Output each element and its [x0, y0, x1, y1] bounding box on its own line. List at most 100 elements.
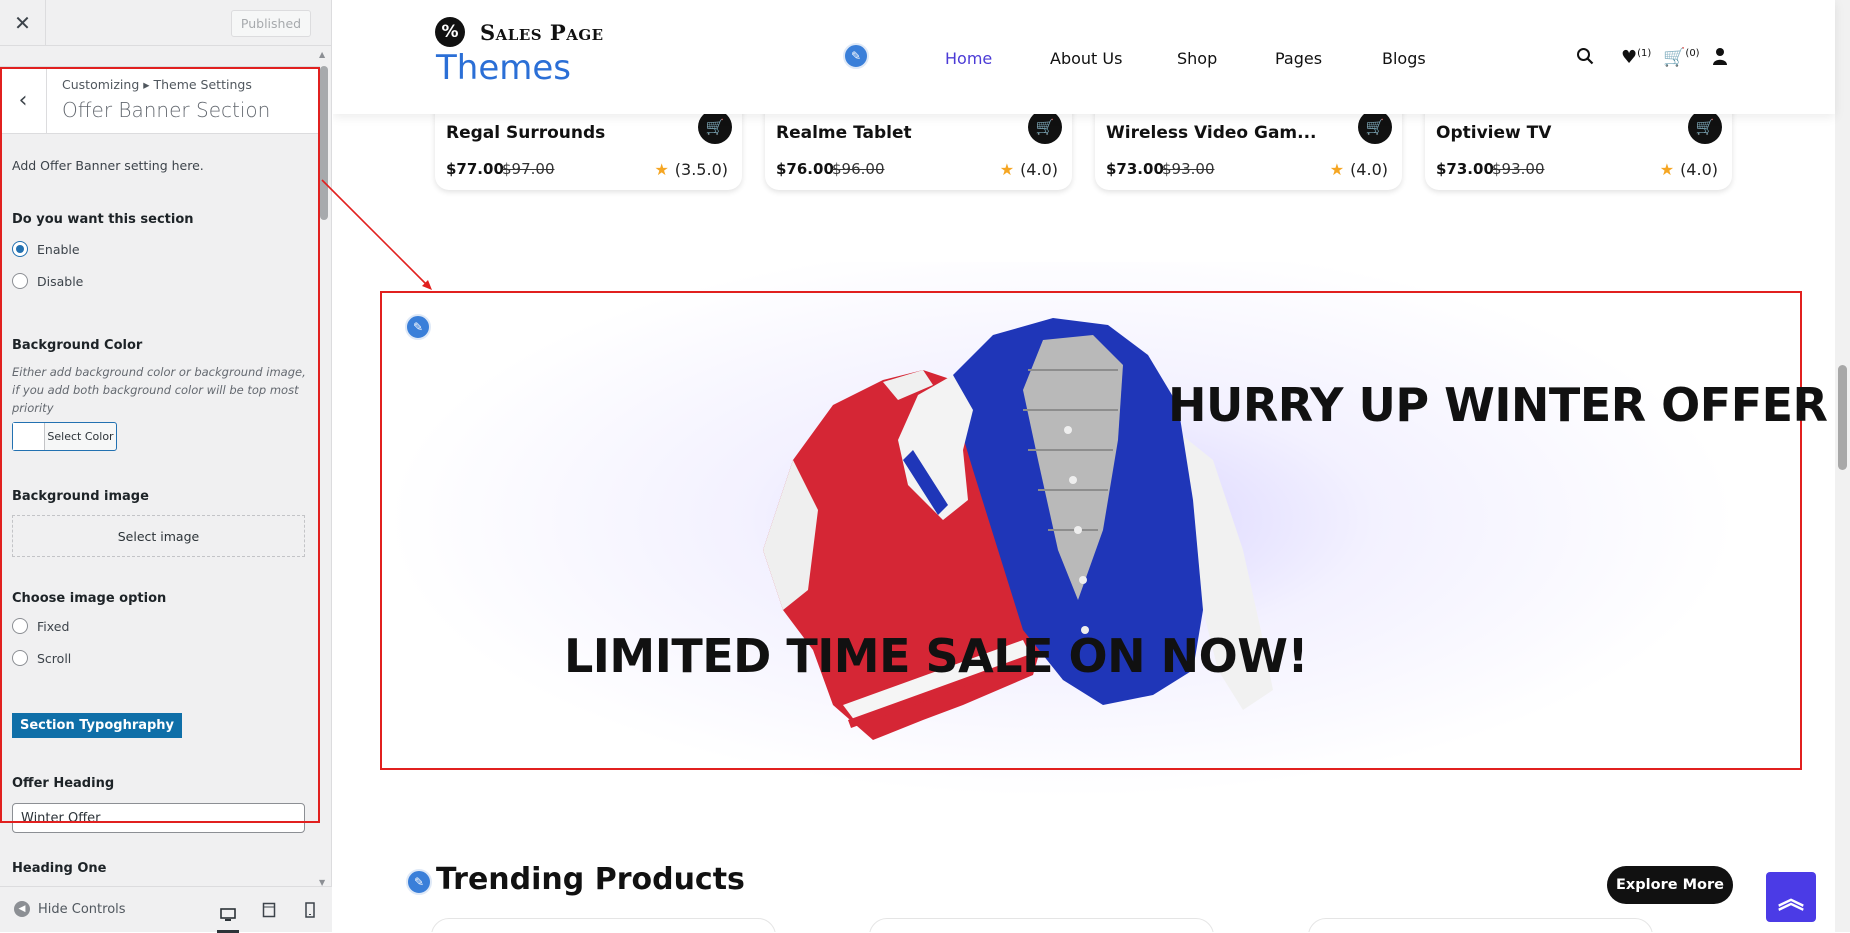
nav-home[interactable]: Home — [945, 49, 992, 68]
bg-color-description: Either add background color or backgroun… — [12, 365, 306, 415]
site-preview[interactable]: Home Theatre Regal Surrounds 🛒 $77.00 $9… — [333, 0, 1850, 932]
search-icon[interactable] — [1576, 47, 1594, 70]
back-icon[interactable]: ‹ — [0, 67, 47, 134]
edit-shortcut-icon[interactable]: ✎ — [406, 869, 432, 895]
product-old-price: $93.00 — [1162, 160, 1215, 178]
radio-disable-label: Disable — [37, 273, 84, 289]
breadcrumb: Customizing ▸ Theme Settings — [62, 77, 252, 92]
customizer-footer: ◀ Hide Controls — [0, 886, 332, 933]
desktop-preview-icon[interactable] — [217, 899, 239, 933]
rating-value: (4.0) — [1020, 160, 1058, 179]
tablet-preview-icon[interactable] — [258, 899, 280, 921]
star-icon: ★ — [1329, 160, 1345, 179]
section-title: Offer Banner Section — [62, 98, 271, 122]
product-name[interactable]: Regal Surrounds — [446, 123, 605, 143]
radio-enable-label: Enable — [37, 241, 80, 257]
nav-about-us[interactable]: About Us — [1050, 49, 1122, 68]
radio-fixed-control[interactable] — [12, 618, 28, 634]
explore-more-button[interactable]: Explore More — [1607, 866, 1733, 904]
product-rating: ★ (4.0) — [1000, 160, 1058, 179]
product-old-price: $93.00 — [1492, 160, 1545, 178]
hide-controls-label: Hide Controls — [38, 901, 126, 917]
logo-text-top[interactable]: Sales Page — [480, 20, 604, 45]
enable-question-label: Do you want this section — [12, 212, 194, 227]
wishlist-count: (1) — [1637, 48, 1652, 59]
product-price: $73.00 — [1436, 160, 1494, 178]
sidebar-scroll-thumb[interactable] — [320, 66, 328, 220]
image-option-label: Choose image option — [12, 591, 167, 606]
add-to-cart-icon[interactable]: 🛒 — [1358, 110, 1392, 144]
discount-badge-icon[interactable]: % — [435, 17, 465, 47]
radio-fixed[interactable]: Fixed — [12, 618, 69, 634]
offer-heading-input[interactable] — [12, 803, 305, 833]
radio-enable-control[interactable] — [12, 241, 28, 257]
site-header: % Sales Page Themes ✎ Home About Us Shop… — [333, 0, 1835, 114]
add-to-cart-icon[interactable]: 🛒 — [1028, 110, 1062, 144]
product-name[interactable]: Wireless Video Gam... — [1106, 123, 1317, 143]
rating-value: (4.0) — [1680, 160, 1718, 179]
wishlist-icon[interactable]: ♥(1) — [1621, 47, 1651, 68]
nav-shop[interactable]: Shop — [1177, 49, 1217, 68]
banner-heading-two: LIMITED TIME SALE ON NOW! — [564, 629, 1308, 683]
logo-text-bottom[interactable]: Themes — [436, 48, 571, 88]
select-color-button[interactable]: Select Color — [12, 422, 117, 451]
radio-scroll-control[interactable] — [12, 650, 28, 666]
heading-one-label: Heading One — [12, 861, 107, 876]
cart-icon[interactable]: 🛒(0) — [1663, 47, 1700, 68]
customizer-sidebar: ✕ Published ‹ Customizing ▸ Theme Settin… — [0, 0, 332, 933]
trending-card[interactable] — [431, 918, 776, 932]
product-name[interactable]: Realme Tablet — [776, 123, 912, 143]
close-icon[interactable]: ✕ — [0, 0, 46, 46]
section-intro: Add Offer Banner setting here. — [12, 158, 204, 173]
nav-blogs[interactable]: Blogs — [1382, 49, 1426, 68]
offer-heading-label: Offer Heading — [12, 776, 115, 791]
site-scroll-thumb[interactable] — [1838, 365, 1847, 470]
nav-pages[interactable]: Pages — [1275, 49, 1322, 68]
add-to-cart-icon[interactable]: 🛒 — [1688, 110, 1722, 144]
banner-heading-one: HURRY UP WINTER OFFER — [1168, 378, 1828, 432]
rating-value: (3.5.0) — [674, 160, 728, 179]
radio-fixed-label: Fixed — [37, 618, 70, 634]
section-typography-button[interactable]: Section Typoghraphy — [12, 713, 182, 738]
product-old-price: $96.00 — [832, 160, 885, 178]
radio-scroll-label: Scroll — [37, 650, 72, 666]
radio-enable[interactable]: Enable — [12, 241, 80, 257]
star-icon: ★ — [999, 160, 1015, 179]
select-image-button[interactable]: Select image — [12, 515, 305, 557]
radio-disable[interactable]: Disable — [12, 273, 83, 289]
scroll-up-icon[interactable]: ▲ — [319, 50, 325, 59]
mobile-preview-icon[interactable] — [299, 899, 321, 921]
rating-value: (4.0) — [1350, 160, 1388, 179]
product-name[interactable]: Optiview TV — [1436, 123, 1551, 143]
site-scrollbar[interactable] — [1835, 0, 1850, 932]
bg-image-label: Background image — [12, 489, 149, 504]
bg-color-label: Background Color — [12, 338, 143, 353]
edit-shortcut-icon[interactable]: ✎ — [843, 43, 869, 69]
sidebar-scrollbar[interactable]: ▲ ▼ — [319, 50, 329, 890]
color-swatch[interactable] — [13, 423, 45, 450]
cart-count: (0) — [1685, 48, 1700, 59]
trending-title: Trending Products — [436, 862, 745, 897]
trending-card[interactable] — [869, 918, 1214, 932]
user-icon[interactable] — [1712, 47, 1728, 70]
select-color-label: Select Color — [47, 430, 114, 443]
radio-disable-control[interactable] — [12, 273, 28, 289]
product-price: $73.00 — [1106, 160, 1164, 178]
star-icon: ★ — [654, 160, 669, 179]
product-rating: ★ (3.5.0) — [654, 160, 728, 179]
radio-scroll[interactable]: Scroll — [12, 650, 71, 666]
section-header: ‹ Customizing ▸ Theme Settings Offer Ban… — [0, 66, 320, 134]
product-price: $77.00 — [446, 160, 504, 178]
product-rating: ★ (4.0) — [1660, 160, 1718, 179]
hide-controls-button[interactable]: ◀ Hide Controls — [14, 901, 126, 917]
scroll-to-top-icon[interactable]: ︽ — [1766, 872, 1816, 922]
customizer-topbar: ✕ Published — [0, 0, 331, 46]
publish-button[interactable]: Published — [231, 10, 311, 37]
product-price: $76.00 — [776, 160, 834, 178]
star-icon: ★ — [1659, 160, 1675, 179]
add-to-cart-icon[interactable]: 🛒 — [698, 110, 732, 144]
collapse-icon: ◀ — [14, 901, 30, 917]
customizer-panel[interactable]: ‹ Customizing ▸ Theme Settings Offer Ban… — [0, 46, 332, 886]
product-old-price: $97.00 — [502, 160, 555, 178]
trending-card[interactable] — [1308, 918, 1653, 932]
